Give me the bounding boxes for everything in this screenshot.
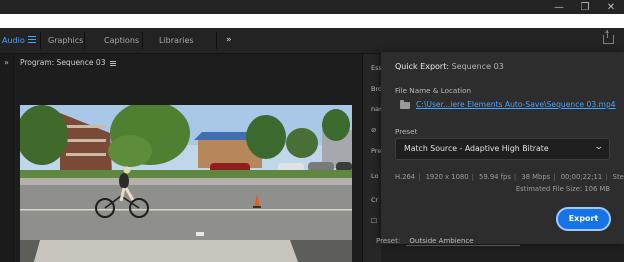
link-icon[interactable]: ⊘ [371, 126, 376, 134]
estimated-file-size: Estimated File Size: 106 MB [515, 185, 610, 193]
chevron-down-icon: ⌄ [593, 142, 605, 152]
quick-export-heading: Quick Export: [395, 62, 450, 71]
create-label: Cr [371, 196, 379, 204]
preset-label: Preset [395, 127, 418, 136]
preset-label: Pre [371, 147, 382, 155]
tab-graphics[interactable]: Graphics [48, 28, 83, 53]
spec-duration: 00;00;22;11 [560, 173, 603, 181]
left-panel-strip: » [0, 54, 14, 262]
essential-panel-strip: Ess Bro nar ⊘ Pre Lo Cr ☐ [362, 54, 382, 262]
program-monitor-title: Program: Sequence 03 [20, 58, 106, 67]
close-button[interactable]: ✕ [598, 0, 624, 14]
quick-export-dialog: Quick Export: Sequence 03 File Name & Lo… [381, 52, 624, 244]
tab-divider [84, 32, 85, 49]
spec-bitrate: 38 Mbps [521, 173, 551, 181]
video-frame[interactable] [20, 105, 352, 262]
minimize-button[interactable]: — [546, 0, 572, 14]
title-bar: — ❐ ✕ [0, 0, 624, 14]
tab-divider [142, 32, 143, 49]
file-location-label: File Name & Location [395, 86, 472, 95]
bottom-preset-row: Preset: Outside Ambience [376, 237, 521, 246]
share-icon[interactable] [603, 30, 614, 44]
spec-audio: Stereo [612, 173, 624, 181]
program-monitor: Program: Sequence 03 [14, 54, 362, 262]
workspace-tabbar: Audio Graphics Captions Libraries » [0, 28, 624, 54]
folder-icon[interactable] [400, 100, 410, 109]
menu-strip [0, 14, 624, 28]
tab-divider [40, 32, 41, 49]
tab-audio[interactable]: Audio [2, 28, 25, 53]
spec-codec: H.264 [395, 173, 416, 181]
video-scene-image [20, 105, 352, 262]
preset-value: Match Source - Adaptive High Bitrate [404, 144, 549, 153]
tab-libraries[interactable]: Libraries [159, 28, 194, 53]
workspace-menu-icon[interactable] [28, 36, 36, 37]
spec-framerate: 59.94 fps [479, 173, 511, 181]
quick-export-sequence: Sequence 03 [451, 62, 504, 71]
spec-resolution: 1920 x 1080 [425, 173, 469, 181]
expand-panel-button[interactable]: » [0, 58, 13, 67]
maximize-button[interactable]: ❐ [572, 0, 598, 14]
tab-captions[interactable]: Captions [104, 28, 139, 53]
bottom-preset-label: Preset: [376, 237, 401, 245]
export-button[interactable]: Export [556, 207, 611, 231]
tab-divider [216, 32, 217, 49]
export-specs: H.264 | 1920 x 1080 | 59.94 fps | 38 Mbps | … [395, 173, 624, 181]
checkbox-icon[interactable]: ☐ [371, 217, 377, 225]
output-path-link[interactable]: C:\User...iere Elements Auto-Save\Sequen… [416, 100, 616, 109]
more-workspaces-button[interactable]: » [226, 28, 232, 53]
program-monitor-menu-icon[interactable] [110, 61, 116, 62]
quick-export-title: Quick Export: Sequence 03 [395, 62, 504, 71]
ambience-dropdown[interactable]: Outside Ambience [406, 237, 521, 246]
preset-dropdown[interactable]: Match Source - Adaptive High Bitrate ⌄ [395, 138, 610, 160]
loudness-label: Lo [371, 172, 379, 180]
